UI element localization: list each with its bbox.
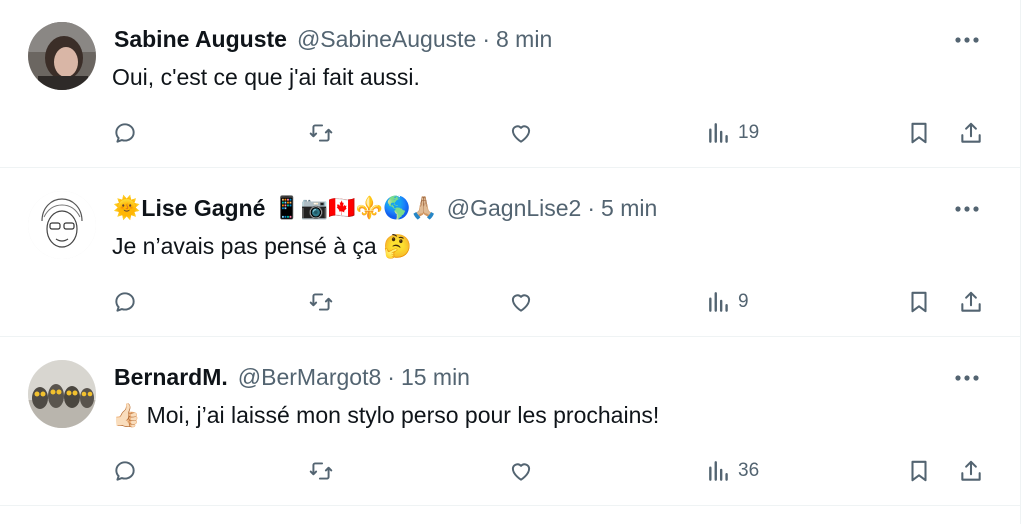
avatar-sketch [28, 191, 96, 259]
reply-icon [115, 123, 135, 143]
like-button[interactable] [508, 454, 534, 488]
display-name[interactable]: Lise Gagné [141, 195, 265, 222]
avatar-photo [28, 22, 96, 90]
tweet-actions: 19 [0, 116, 1020, 150]
avatar-owls [28, 360, 96, 428]
views-button[interactable]: 19 [706, 116, 759, 150]
retweet-icon [309, 124, 333, 142]
tweet[interactable]: 🌞 Lise Gagné 📱📷🇨🇦⚜️🌎🙏🏼 @GagnLise2 · 5 mi… [0, 169, 1020, 337]
tweet-actions: 9 [0, 285, 1020, 319]
reply-feed: Sabine Auguste @SabineAuguste · 8 min Ou… [0, 0, 1021, 524]
bookmark-button[interactable] [906, 454, 932, 488]
heart-icon [511, 463, 531, 481]
views-button[interactable]: 36 [706, 454, 759, 488]
user-handle[interactable]: @GagnLise2 [447, 195, 582, 222]
share-icon [961, 291, 981, 312]
view-count: 36 [738, 460, 760, 481]
bookmark-icon [911, 291, 927, 313]
reply-icon [115, 292, 135, 312]
avatar[interactable] [28, 360, 96, 428]
view-count: 9 [738, 291, 749, 312]
share-button[interactable] [958, 454, 984, 488]
share-icon [961, 460, 981, 481]
reply-button[interactable] [112, 454, 138, 488]
views-button[interactable]: 9 [706, 285, 749, 319]
heart-icon [511, 125, 531, 143]
tweet-actions: 36 [0, 454, 1020, 488]
tweet[interactable]: Sabine Auguste @SabineAuguste · 8 min Ou… [0, 0, 1020, 168]
timestamp[interactable]: 8 min [496, 26, 552, 53]
tweet[interactable]: BernardM. @BerMargot8 · 15 min 👍🏻 Moi, j’… [0, 338, 1020, 506]
analytics-icon [709, 461, 728, 481]
tweet-text: Oui, c'est ce que j'ai fait aussi. [112, 64, 960, 91]
name-prefix-emoji: 🌞 [113, 195, 141, 220]
share-button[interactable] [958, 116, 984, 150]
analytics-icon [709, 123, 728, 143]
timestamp[interactable]: 5 min [601, 195, 657, 222]
more-options-icon[interactable] [952, 199, 982, 219]
bookmark-icon [911, 122, 927, 144]
analytics-icon [709, 292, 728, 312]
bookmark-button[interactable] [906, 285, 932, 319]
tweet-header: BernardM. @BerMargot8 · 15 min [112, 362, 960, 392]
retweet-icon [309, 293, 333, 311]
share-icon [961, 122, 981, 143]
avatar[interactable] [28, 191, 96, 259]
reply-button[interactable] [112, 285, 138, 319]
bookmark-icon [911, 460, 927, 482]
separator-dot: · [587, 194, 596, 221]
text-suffix-emoji: 🤔 [383, 233, 412, 259]
tweet-body: Moi, j’ai laissé mon stylo perso pour le… [146, 402, 660, 428]
retweet-icon [309, 462, 333, 480]
more-options-icon[interactable] [952, 30, 982, 50]
display-name[interactable]: Sabine Auguste [114, 26, 287, 53]
retweet-button[interactable] [308, 116, 334, 150]
tweet-header: Sabine Auguste @SabineAuguste · 8 min [112, 24, 960, 54]
bookmark-button[interactable] [906, 116, 932, 150]
reply-icon [115, 461, 135, 481]
heart-icon [511, 294, 531, 312]
separator-dot: · [482, 25, 490, 52]
tweet-body: Oui, c'est ce que j'ai fait aussi. [112, 64, 420, 90]
like-button[interactable] [508, 116, 534, 150]
separator-dot: · [387, 363, 395, 390]
text-prefix-emoji: 👍🏻 [112, 402, 141, 428]
name-suffix-emoji: 📱📷🇨🇦⚜️🌎🙏🏼 [273, 195, 438, 220]
display-name[interactable]: BernardM. [114, 364, 228, 391]
view-count: 19 [738, 122, 760, 143]
retweet-button[interactable] [308, 285, 334, 319]
user-handle[interactable]: @BerMargot8 [238, 364, 382, 391]
tweet-body: Je n’avais pas pensé à ça [112, 233, 377, 259]
tweet-text: 👍🏻 Moi, j’ai laissé mon stylo perso pour … [112, 402, 960, 429]
timestamp[interactable]: 15 min [401, 364, 470, 391]
avatar[interactable] [28, 22, 96, 90]
more-options-icon[interactable] [952, 368, 982, 388]
retweet-button[interactable] [308, 454, 334, 488]
share-button[interactable] [958, 285, 984, 319]
tweet-header: 🌞 Lise Gagné 📱📷🇨🇦⚜️🌎🙏🏼 @GagnLise2 · 5 mi… [112, 193, 960, 223]
reply-button[interactable] [112, 116, 138, 150]
user-handle[interactable]: @SabineAuguste [297, 26, 476, 53]
like-button[interactable] [508, 285, 534, 319]
tweet-text: Je n’avais pas pensé à ça 🤔 [112, 233, 960, 260]
